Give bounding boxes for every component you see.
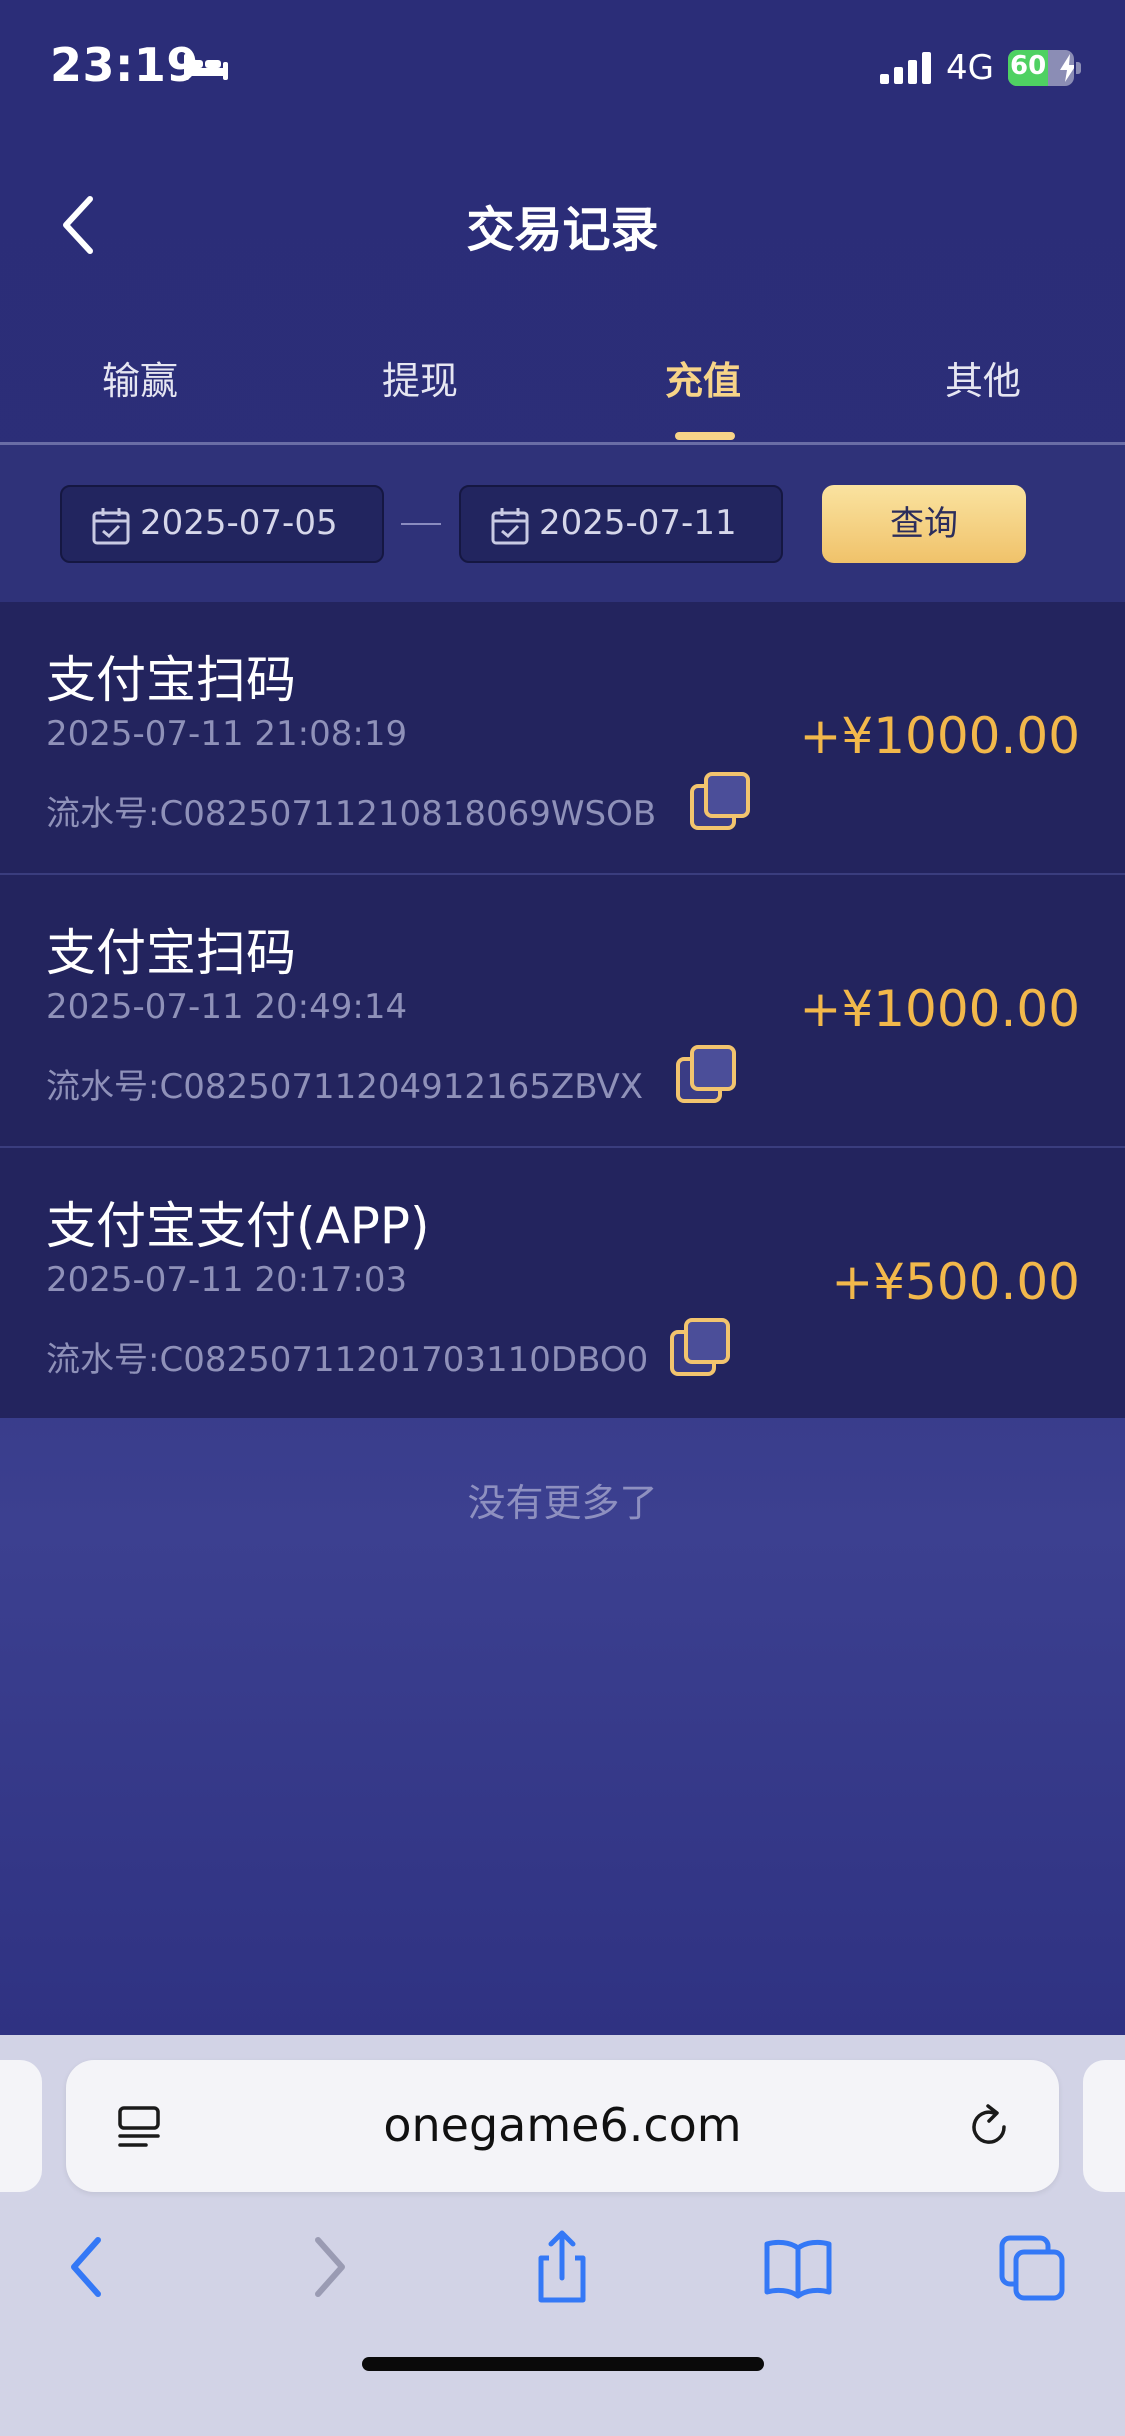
reload-icon[interactable] — [964, 2102, 1014, 2152]
cellular-signal-icon — [880, 52, 931, 84]
record-amount: +¥1000.00 — [799, 707, 1080, 765]
end-date-picker[interactable]: 2025-07-11 — [459, 485, 783, 563]
active-tab-indicator — [675, 432, 735, 440]
address-bar[interactable]: onegame6.com — [66, 2060, 1059, 2192]
status-bar: 23:19 4G 60 — [0, 0, 1125, 130]
record-serial: 流水号:C08250711210818069WSOB — [46, 794, 657, 834]
date-range-separator — [401, 523, 441, 525]
record-time: 2025-07-11 20:49:14 — [46, 987, 408, 1027]
record-time: 2025-07-11 21:08:19 — [46, 714, 408, 754]
transaction-list: 支付宝扫码 2025-07-11 21:08:19 流水号:C082507112… — [0, 602, 1125, 1418]
list-end-message: 没有更多了 — [467, 1481, 658, 1525]
date-filter-bar: 2025-07-05 2025-07-11 查询 — [0, 445, 1125, 602]
copy-icon[interactable] — [676, 1045, 736, 1105]
bed-icon — [184, 54, 228, 80]
share-icon[interactable] — [527, 2230, 597, 2305]
browser-toolbar: onegame6.com — [0, 2035, 1125, 2436]
record-title: 支付宝支付(APP) — [46, 1197, 430, 1255]
status-time: 23:19 — [50, 38, 199, 92]
calendar-icon — [92, 508, 130, 545]
tab-bar: 输赢 提现 充值 其他 — [0, 340, 1125, 445]
next-tab-preview[interactable] — [1083, 2060, 1125, 2192]
record-title: 支付宝扫码 — [46, 651, 296, 709]
network-type: 4G — [946, 48, 994, 88]
page-title: 交易记录 — [466, 202, 659, 258]
start-date-value: 2025-07-05 — [140, 503, 338, 543]
calendar-icon — [491, 508, 529, 545]
bookmarks-icon[interactable] — [763, 2230, 833, 2305]
end-date-value: 2025-07-11 — [539, 503, 737, 543]
home-indicator — [362, 2357, 764, 2371]
copy-icon[interactable] — [690, 772, 750, 832]
tab-win-loss[interactable]: 输赢 — [40, 350, 240, 405]
back-arrow-icon[interactable] — [52, 2230, 122, 2305]
tabs-icon[interactable] — [998, 2230, 1068, 2305]
list-item: 支付宝扫码 2025-07-11 21:08:19 流水号:C082507112… — [0, 602, 1125, 875]
record-time: 2025-07-11 20:17:03 — [46, 1260, 408, 1300]
record-title: 支付宝扫码 — [46, 924, 296, 982]
copy-icon[interactable] — [670, 1318, 730, 1378]
record-serial: 流水号:C08250711201703110DBO0 — [46, 1340, 649, 1380]
charging-bolt-icon — [1060, 54, 1074, 82]
previous-tab-preview[interactable] — [0, 2060, 42, 2192]
tab-other[interactable]: 其他 — [883, 350, 1083, 405]
tab-deposit[interactable]: 充值 — [603, 350, 803, 405]
start-date-picker[interactable]: 2025-07-05 — [60, 485, 384, 563]
list-item: 支付宝支付(APP) 2025-07-11 20:17:03 流水号:C0825… — [0, 1148, 1125, 1418]
tab-withdraw[interactable]: 提现 — [320, 350, 520, 405]
query-button[interactable]: 查询 — [822, 485, 1026, 563]
url-text[interactable]: onegame6.com — [66, 2098, 1059, 2152]
list-item: 支付宝扫码 2025-07-11 20:49:14 流水号:C082507112… — [0, 875, 1125, 1148]
forward-arrow-icon[interactable] — [294, 2230, 364, 2305]
record-serial: 流水号:C08250711204912165ZBVX — [46, 1067, 644, 1107]
battery-icon: 60 — [1008, 50, 1082, 86]
battery-percent: 60 — [1010, 51, 1047, 81]
record-amount: +¥500.00 — [831, 1253, 1080, 1311]
record-amount: +¥1000.00 — [799, 980, 1080, 1038]
